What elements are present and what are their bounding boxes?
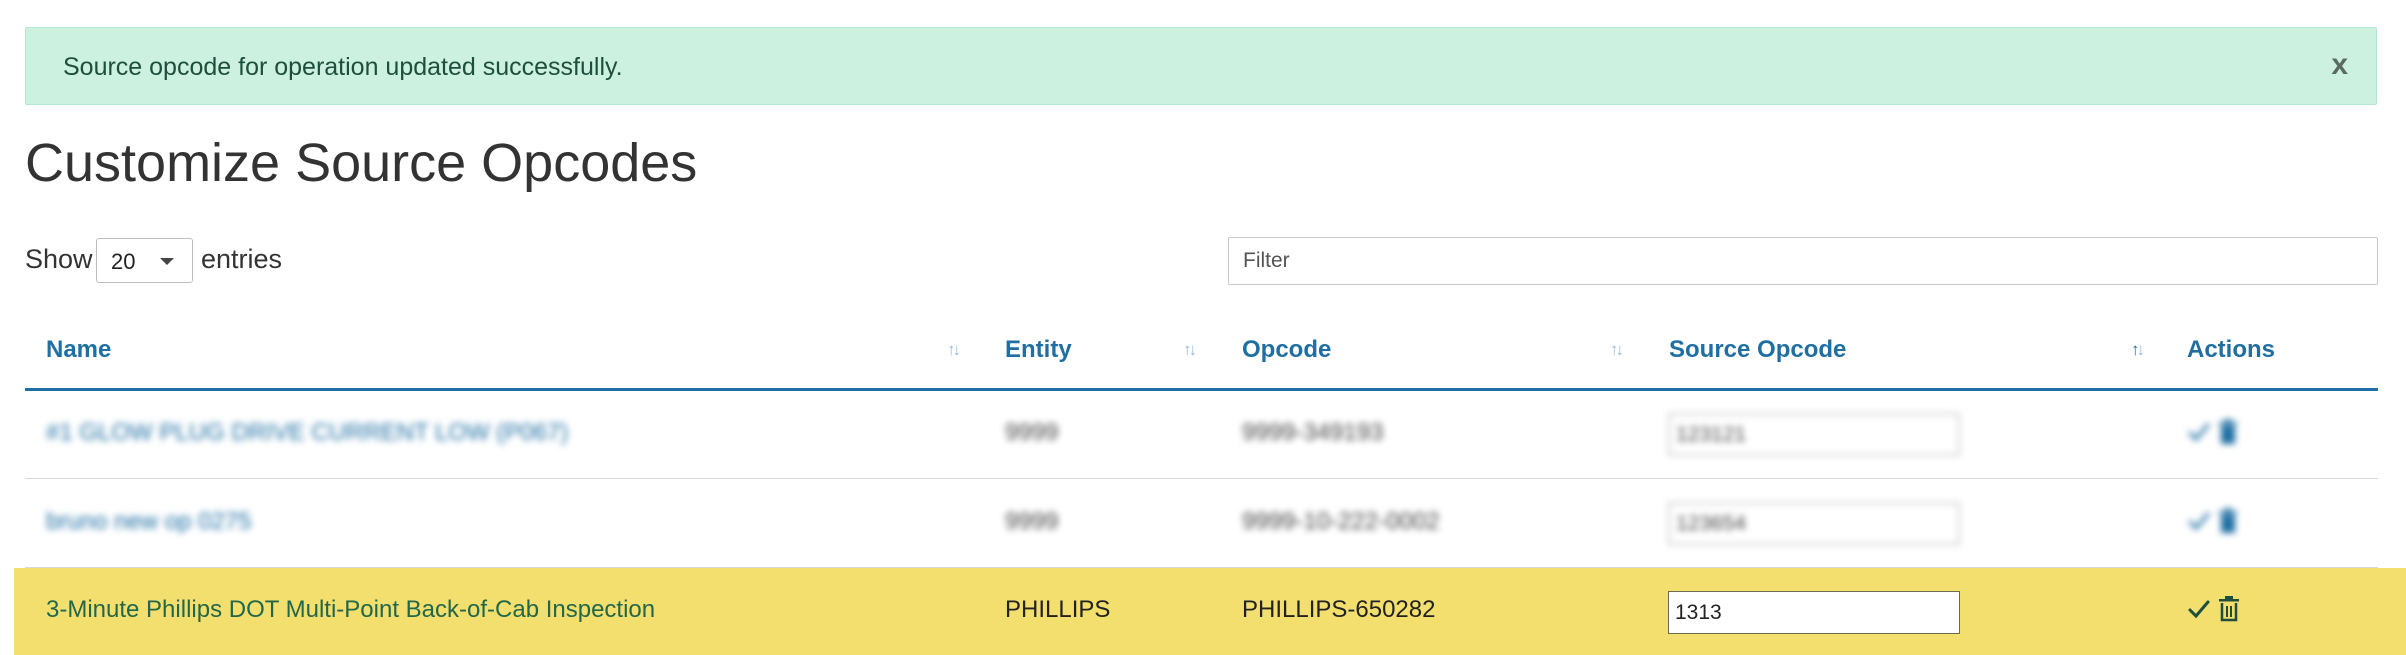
check-icon[interactable]	[2187, 420, 2211, 449]
filter-input[interactable]	[1228, 237, 2378, 285]
opcode-cell: 9999-10-222-0002	[1242, 508, 1440, 535]
source-opcode-input[interactable]	[1668, 591, 1960, 634]
entity-cell: PHILLIPS	[1005, 596, 1111, 623]
success-alert: Source opcode for operation updated succ…	[25, 27, 2377, 105]
source-opcode-input[interactable]	[1668, 502, 1960, 545]
column-header-entity[interactable]: Entity	[1005, 336, 1072, 364]
entity-cell: 9999	[1005, 508, 1059, 535]
opcode-cell: PHILLIPS-650282	[1242, 596, 1436, 623]
operation-name-link[interactable]: 3-Minute Phillips DOT Multi-Point Back-o…	[46, 596, 655, 624]
page-length-select[interactable]: 20	[96, 238, 193, 283]
entries-label: entries	[201, 244, 283, 274]
check-icon[interactable]	[2187, 597, 2211, 626]
source-opcode-input[interactable]	[1668, 413, 1960, 456]
sort-icon[interactable]: ↑↓	[1183, 340, 1197, 360]
chevron-down-icon	[160, 258, 174, 265]
trash-icon[interactable]	[2217, 419, 2239, 450]
column-header-opcode[interactable]: Opcode	[1242, 336, 1331, 364]
column-header-source-opcode[interactable]: Source Opcode	[1669, 336, 1846, 364]
check-icon[interactable]	[2187, 509, 2211, 538]
sort-icon[interactable]: ↑↓	[1610, 340, 1624, 360]
table-header-divider	[25, 388, 2378, 391]
sort-icon[interactable]: ↑↓	[947, 340, 961, 360]
column-header-name[interactable]: Name	[46, 336, 111, 364]
show-label: Show	[25, 244, 93, 274]
operation-name-link[interactable]: #1 GLOW PLUG DRIVE CURRENT LOW (P067)	[46, 419, 568, 447]
entity-cell: 9999	[1005, 419, 1059, 446]
sort-ascending-icon[interactable]: ↑↓	[2131, 340, 2145, 360]
column-header-actions: Actions	[2187, 336, 2276, 363]
alert-close-button[interactable]: x	[2331, 48, 2348, 82]
page-length-value: 20	[111, 249, 136, 274]
opcode-cell: 9999-349193	[1242, 419, 1384, 446]
page-title: Customize Source Opcodes	[25, 133, 698, 193]
row-divider	[25, 478, 2378, 479]
alert-message: Source opcode for operation updated succ…	[63, 53, 623, 81]
trash-icon[interactable]	[2217, 508, 2239, 539]
operation-name-link[interactable]: bruno new op 0275	[46, 508, 252, 536]
trash-icon[interactable]	[2218, 596, 2240, 627]
